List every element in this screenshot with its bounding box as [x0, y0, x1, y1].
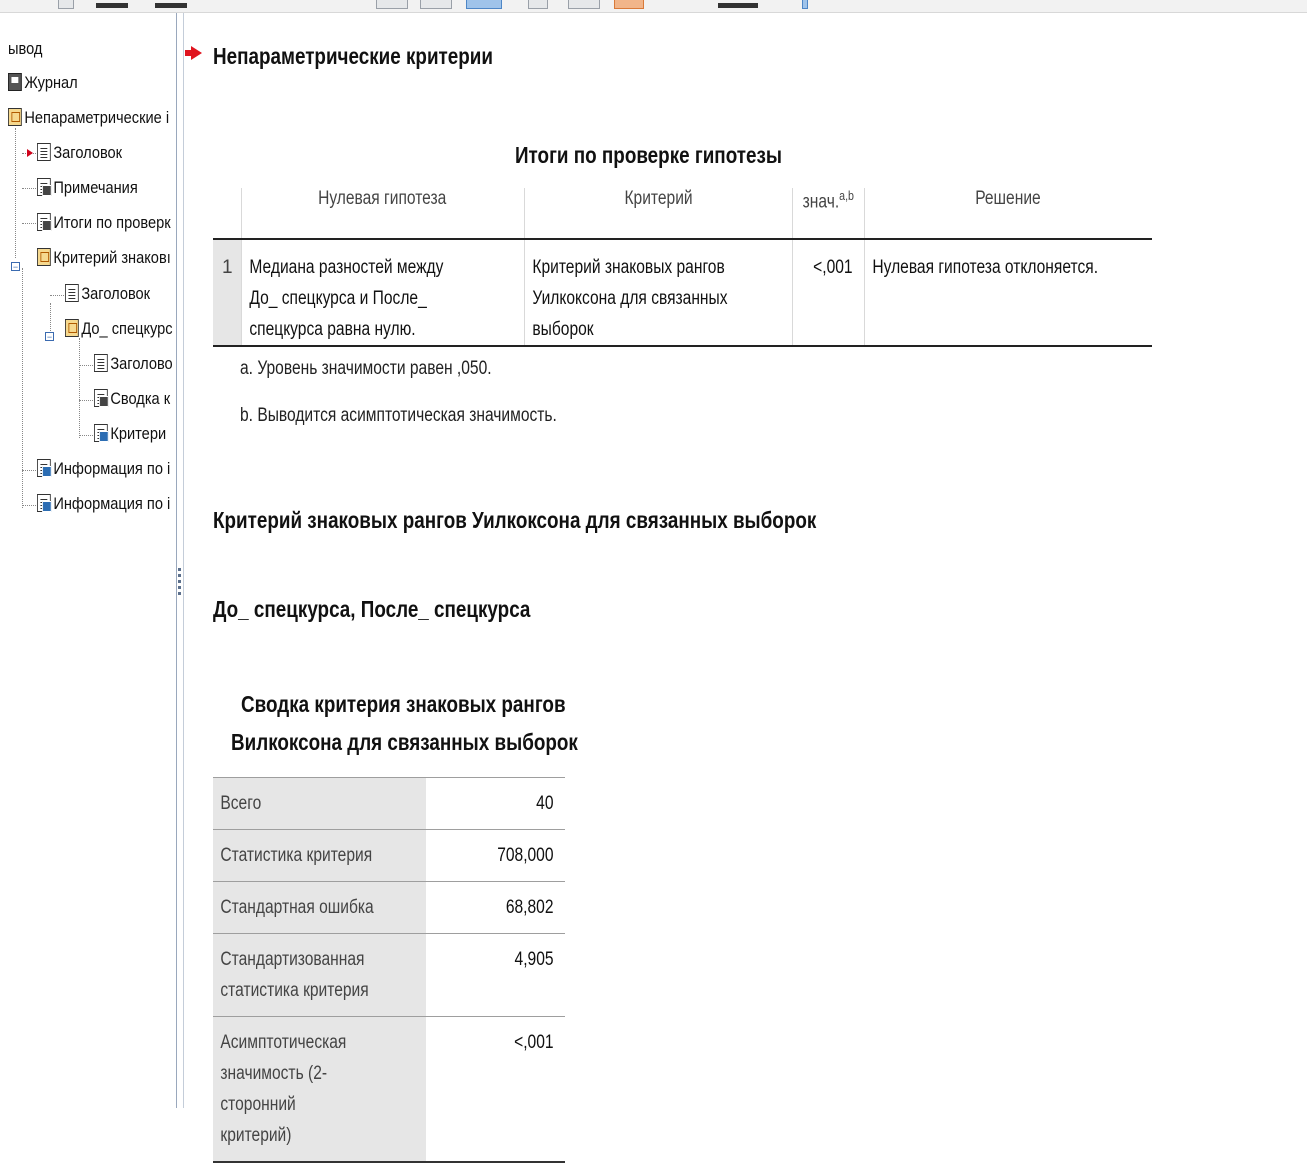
- toolbar-button[interactable]: [155, 3, 187, 8]
- table-row: Асимптотическая значимость (2-сторонний …: [213, 1016, 565, 1163]
- table-icon: [94, 389, 109, 407]
- wilcoxon-summary-table: Всего 40 Статистика критерия 708,000 Ста…: [213, 777, 565, 1163]
- row-value: <,001: [426, 1016, 565, 1163]
- nav-item-label: Информация по i: [53, 494, 171, 513]
- collapse-icon[interactable]: −: [11, 262, 20, 272]
- nav-item-notes[interactable]: Примечания: [37, 176, 138, 200]
- row-number-header: [213, 188, 242, 239]
- column-header-decision: Решение: [975, 188, 1041, 209]
- toolbar-button[interactable]: [376, 0, 408, 9]
- row-label: Стандартная ошибка: [213, 881, 426, 934]
- procedure-icon: [65, 319, 79, 337]
- significance-cell: <,001: [792, 238, 865, 347]
- row-number-cell: 1: [213, 238, 242, 347]
- row-label: Асимптотическая значимость (2-сторонний …: [213, 1016, 426, 1163]
- nav-item-title[interactable]: Заголовок: [65, 282, 150, 306]
- nav-item-label: Критерий знаковı: [53, 248, 171, 267]
- summary-title-line2: Вилкоксона для связанных выборок: [231, 729, 578, 755]
- nav-item-title[interactable]: Заголово: [94, 352, 173, 376]
- toolbar-button[interactable]: [802, 0, 808, 9]
- current-item-arrow-icon: [27, 149, 33, 157]
- splitter-grip-icon[interactable]: [178, 568, 181, 596]
- hypothesis-summary-title: Итоги по проверке гипотезы: [515, 142, 782, 168]
- nav-item-log[interactable]: Журнал: [8, 71, 78, 95]
- nav-item-label: Журнал: [24, 73, 78, 92]
- nav-item-criterion-chart[interactable]: Критери: [94, 422, 166, 446]
- toolbar-button[interactable]: [528, 0, 548, 9]
- page-title: Непараметрические критерии: [213, 43, 493, 69]
- toolbar-button[interactable]: [420, 0, 452, 9]
- toolbar-button[interactable]: [58, 0, 74, 9]
- nav-item-hypothesis-summary[interactable]: Итоги по проверк: [37, 211, 171, 235]
- toolbar-button[interactable]: [96, 3, 128, 8]
- row-label: Всего: [213, 777, 426, 830]
- nav-item-info-1[interactable]: Информация по i: [37, 457, 170, 481]
- table-row: Статистика критерия 708,000: [213, 829, 565, 882]
- summary-title-line1: Сводка критерия знаковых рангов: [241, 691, 566, 717]
- nav-item-wilcoxon[interactable]: Критерий знаковı: [37, 246, 171, 270]
- row-value: 68,802: [426, 881, 565, 934]
- procedure-icon: [8, 108, 22, 126]
- nav-item-label: Критери: [110, 424, 167, 443]
- row-value: 4,905: [426, 933, 565, 1017]
- table-row: 1 Медиана разностей между До_ спецкурса …: [213, 238, 1152, 347]
- table-row: Стандартизованная статистика критерия 4,…: [213, 933, 565, 1017]
- table-row: Стандартная ошибка 68,802: [213, 881, 565, 934]
- null-hypothesis-cell: Медиана разностей между До_ спецкурса и …: [241, 238, 525, 347]
- nav-item-label: Заголовок: [81, 284, 151, 303]
- column-header-significance: знач.a,b: [792, 188, 865, 239]
- table-icon: [37, 213, 52, 231]
- title-icon: [94, 354, 108, 372]
- row-label: Статистика критерия: [213, 829, 426, 882]
- nav-item-summary-table[interactable]: Сводка к: [94, 387, 170, 411]
- hypothesis-summary-table: Нулевая гипотеза Критерий знач.a,b Решен…: [213, 188, 1152, 347]
- nav-item-label: Информация по i: [53, 459, 171, 478]
- nav-item-label: Непараметрические i: [24, 108, 170, 127]
- chart-icon: [37, 494, 52, 512]
- nav-item-info-2[interactable]: Информация по i: [37, 492, 170, 516]
- toolbar: [0, 0, 1307, 13]
- column-header-null-hypothesis: Нулевая гипотеза: [241, 188, 525, 239]
- nav-root-output[interactable]: ывод: [8, 37, 42, 61]
- footnote-b: b. Выводится асимптотическая значимость.: [240, 405, 557, 426]
- nav-item-label: Заголово: [110, 354, 173, 373]
- toolbar-button[interactable]: [466, 0, 502, 9]
- title-icon: [37, 143, 51, 161]
- title-icon: [65, 284, 79, 302]
- nav-item-label: Итоги по проверк: [53, 213, 171, 232]
- decision-cell: Нулевая гипотеза отклоняется.: [864, 238, 1152, 347]
- nav-item-label: Примечания: [53, 178, 138, 197]
- toolbar-button[interactable]: [568, 0, 600, 9]
- nav-item-label: Сводка к: [110, 389, 171, 408]
- procedure-icon: [37, 248, 51, 266]
- footnote-a: a. Уровень значимости равен ,050.: [240, 358, 492, 379]
- chart-icon: [94, 424, 109, 442]
- chart-icon: [37, 459, 52, 477]
- nav-item-title[interactable]: Заголовок: [37, 141, 122, 165]
- nav-item-label: До_ спецкурс: [81, 319, 173, 338]
- output-navigator: ывод Журнал Непараметрические i Заголово…: [0, 13, 176, 1108]
- wilcoxon-heading: Критерий знаковых рангов Уилкоксона для …: [213, 507, 817, 533]
- variable-pair-heading: До_ спецкурса, После_ спецкурса: [213, 596, 531, 622]
- current-item-arrow-icon: [185, 46, 202, 60]
- output-viewer: Непараметрические критерии Итоги по пров…: [183, 13, 1307, 1163]
- nav-item-label: Заголовок: [53, 143, 123, 162]
- row-label: Стандартизованная статистика критерия: [213, 933, 426, 1017]
- row-value: 708,000: [426, 829, 565, 882]
- notes-icon: [37, 178, 52, 196]
- nav-item-pair[interactable]: До_ спецкурс: [65, 317, 173, 341]
- table-row: Всего 40: [213, 777, 565, 830]
- test-cell: Критерий знаковых рангов Уилкоксона для …: [524, 238, 793, 347]
- row-value: 40: [426, 777, 565, 830]
- toolbar-button[interactable]: [614, 0, 644, 9]
- nav-item-nonparametric[interactable]: Непараметрические i: [8, 106, 169, 130]
- collapse-icon[interactable]: −: [45, 332, 54, 342]
- column-header-test: Критерий: [524, 188, 793, 239]
- toolbar-button[interactable]: [718, 3, 758, 8]
- log-icon: [8, 73, 22, 91]
- nav-item-label: ывод: [8, 39, 43, 58]
